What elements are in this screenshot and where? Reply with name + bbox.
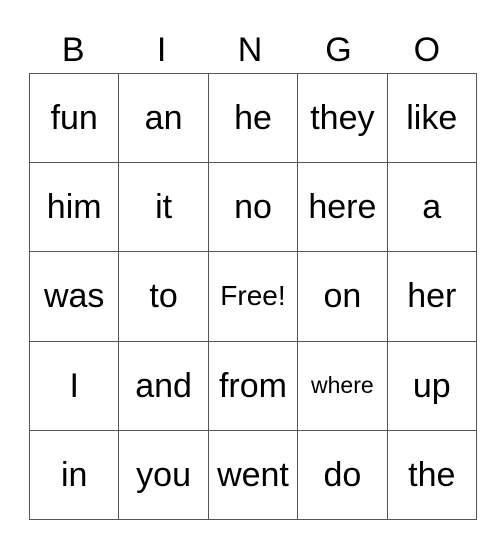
grid-cell[interactable]: like — [386, 72, 477, 164]
grid-cell[interactable]: I — [28, 340, 120, 431]
bingo-card: B I N G O fun an he they like him it no … — [0, 0, 500, 544]
header-letter-n: N — [237, 31, 263, 69]
grid-cell[interactable]: from — [207, 340, 299, 431]
grid-row: him it no here a — [28, 162, 477, 253]
grid-cell[interactable]: here — [297, 162, 388, 253]
grid-row: in you went do the — [28, 429, 477, 520]
grid-cell[interactable]: a — [386, 162, 477, 253]
grid-row: was to Free! on her — [28, 251, 477, 342]
grid-cell[interactable]: was — [28, 251, 120, 342]
free-space-cell[interactable]: Free! — [207, 251, 299, 342]
bingo-header: B I N G O — [29, 28, 471, 72]
grid-cell[interactable]: and — [118, 340, 209, 431]
grid-cell[interactable]: the — [386, 429, 477, 520]
header-letter-g: G — [325, 31, 352, 69]
grid-row: fun an he they like — [28, 72, 477, 164]
grid-cell[interactable]: fun — [28, 72, 120, 164]
header-letter-b: B — [61, 31, 85, 69]
grid-cell[interactable]: an — [118, 72, 209, 164]
grid-cell[interactable]: went — [207, 429, 299, 520]
grid-row: I and from where up — [28, 340, 477, 431]
grid-cell[interactable]: him — [28, 162, 120, 253]
grid-cell[interactable]: he — [207, 72, 299, 164]
header-letter-o: O — [413, 31, 441, 69]
grid-cell[interactable]: you — [118, 429, 209, 520]
grid-cell[interactable]: up — [386, 340, 477, 431]
grid-cell[interactable]: to — [118, 251, 209, 342]
grid-cell[interactable]: no — [207, 162, 299, 253]
grid-cell[interactable]: on — [297, 251, 388, 342]
grid-cell[interactable]: where — [297, 340, 388, 431]
bingo-grid: fun an he they like him it no here a was… — [28, 72, 477, 520]
grid-cell[interactable]: in — [28, 429, 120, 520]
header-letter-i: I — [156, 31, 167, 69]
grid-cell[interactable]: her — [386, 251, 477, 342]
grid-cell[interactable]: it — [118, 162, 209, 253]
grid-cell[interactable]: they — [297, 72, 388, 164]
grid-cell[interactable]: do — [297, 429, 388, 520]
